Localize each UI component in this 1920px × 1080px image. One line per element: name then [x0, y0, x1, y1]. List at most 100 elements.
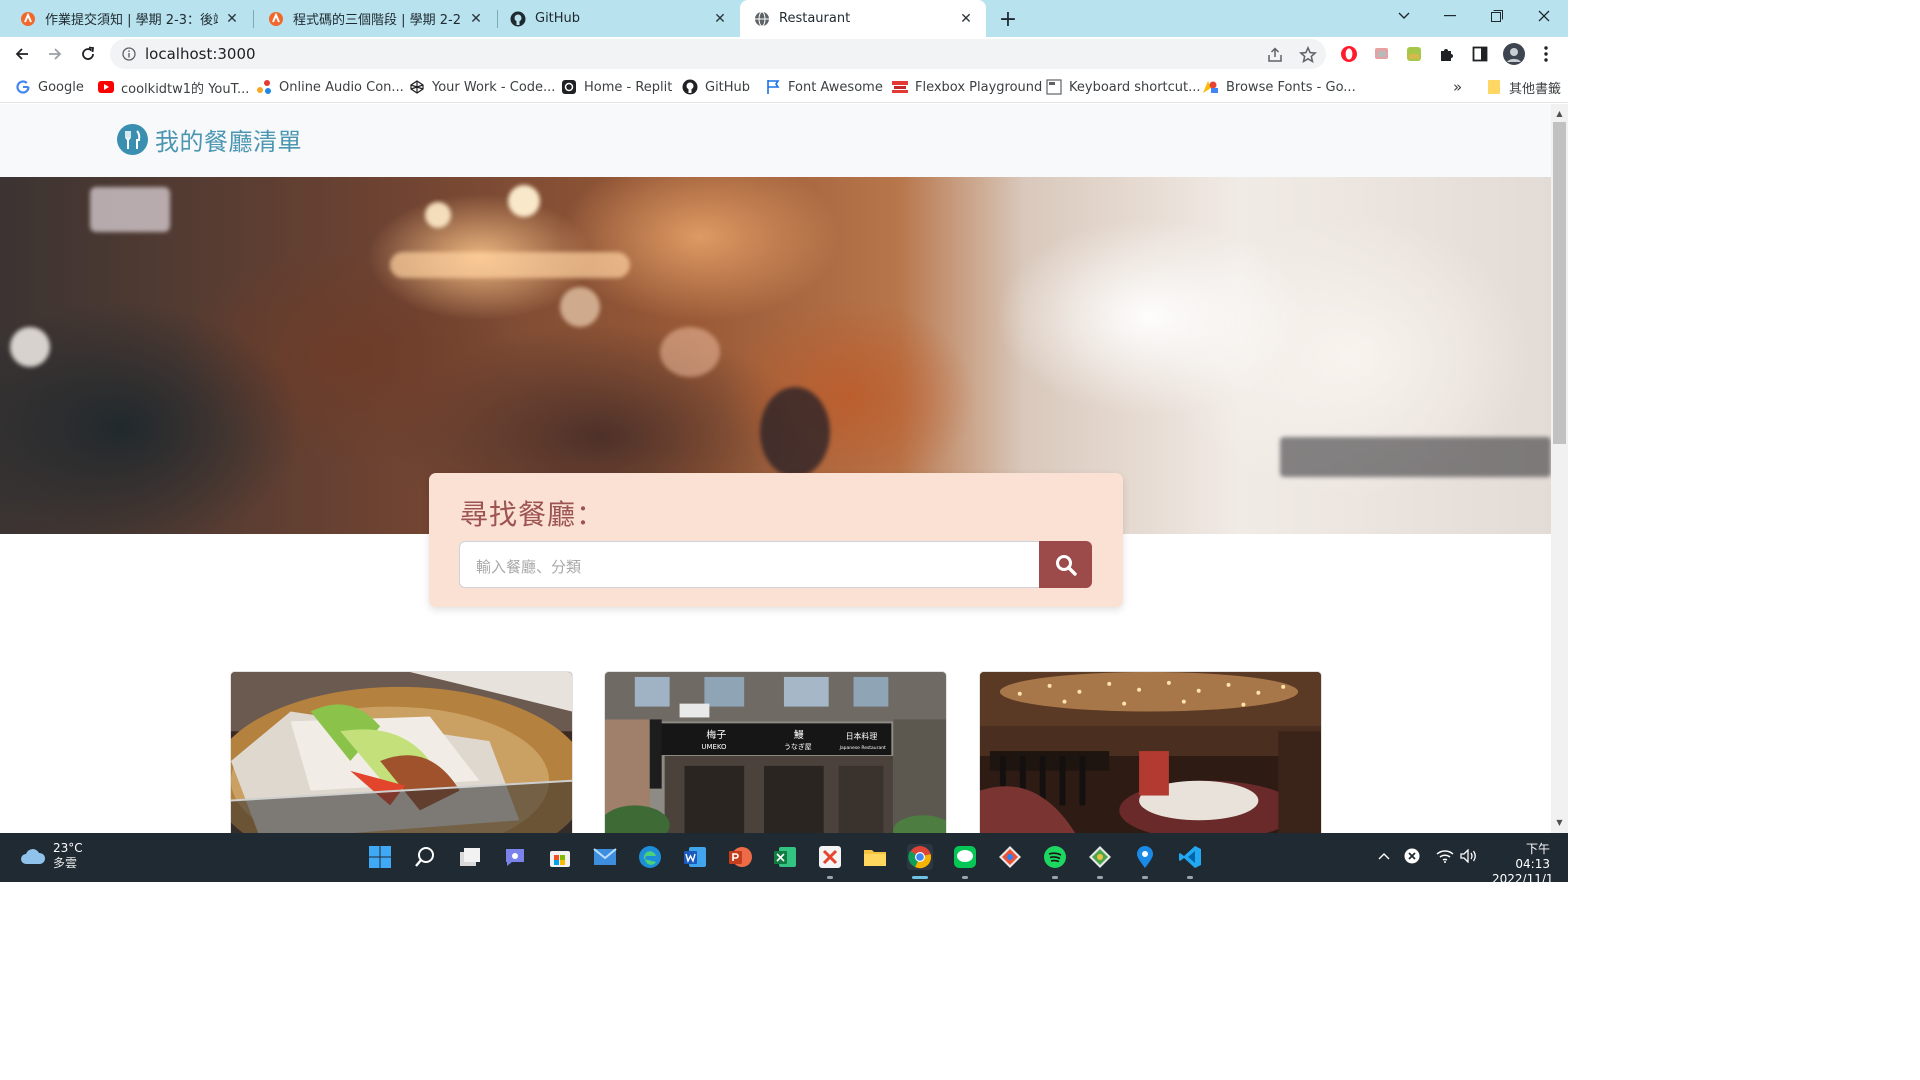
bokeh-light [10, 327, 50, 367]
audio-converter-icon [256, 79, 272, 95]
system-clock[interactable]: 下午 04:13 2022/11/1 [1492, 842, 1554, 887]
weather-widget[interactable]: 23°C 多雲 [20, 841, 83, 871]
tab-github[interactable]: GitHub ✕ [496, 0, 740, 37]
extension-icon[interactable] [1373, 45, 1391, 63]
minimize-button[interactable] [1427, 0, 1473, 32]
codepen-icon [409, 79, 425, 95]
address-bar[interactable]: localhost:3000 [110, 39, 1326, 69]
running-indicator [1142, 876, 1148, 879]
search-input[interactable]: 輸入餐廳、分類 [459, 541, 1041, 588]
opera-extension-icon[interactable] [1340, 45, 1358, 63]
search-placeholder: 輸入餐廳、分類 [476, 558, 582, 576]
extension-icon[interactable] [1405, 45, 1423, 63]
search-button[interactable] [1039, 541, 1092, 588]
bookmark-label: 其他書籤 [1509, 81, 1562, 97]
wifi-icon[interactable] [1436, 847, 1454, 865]
powerpoint-icon[interactable] [727, 844, 753, 870]
microsoft-store-icon[interactable] [547, 844, 573, 870]
sourcetree-icon[interactable] [997, 844, 1023, 870]
alphacamp-icon [20, 11, 36, 27]
windows-start-icon[interactable] [367, 844, 393, 870]
bokeh-light [560, 287, 600, 327]
bookmark-youtube[interactable]: coolkidtw1的 YouT... [98, 78, 250, 97]
storefront-sign: 鰻 [794, 728, 804, 741]
volume-icon[interactable] [1460, 847, 1478, 865]
bookmark-flexbox[interactable]: Flexbox Playground [892, 78, 1042, 96]
puzzle-icon[interactable] [1438, 45, 1456, 63]
scroll-down-icon[interactable]: ▼ [1555, 818, 1564, 827]
scroll-up-icon[interactable]: ▲ [1555, 109, 1564, 118]
scrollbar-thumb[interactable] [1553, 122, 1566, 444]
bookmark-label: Online Audio Con... [279, 79, 404, 95]
bookmark-label: Your Work - Code... [432, 79, 556, 95]
restore-button[interactable] [1474, 0, 1520, 32]
bookmark-replit[interactable]: Home - Replit [561, 78, 672, 96]
file-explorer-icon[interactable] [862, 844, 888, 870]
close-icon[interactable]: ✕ [468, 11, 484, 27]
tab-title: 作業提交須知 | 學期 2-3：後端開 [45, 13, 218, 28]
bookmark-codepen[interactable]: Your Work - Code... [409, 78, 555, 96]
kebab-menu-icon[interactable] [1537, 45, 1555, 63]
spotify-icon[interactable] [1042, 844, 1068, 870]
bookmark-google-fonts[interactable]: Browse Fonts - Go... [1203, 78, 1356, 96]
bokeh-light [390, 252, 630, 278]
tab-homework[interactable]: 作業提交須知 | 學期 2-3：後端開 ✕ [6, 0, 252, 37]
running-indicator [962, 876, 968, 879]
tab-code-stages[interactable]: 程式碼的三個階段 | 學期 2-2：動 ✕ [254, 0, 496, 37]
bookmark-audio-converter[interactable]: Online Audio Con... [256, 78, 404, 96]
bokeh-light [660, 327, 720, 377]
restaurant-card[interactable]: 梅子 UMEKO 鰻 うなぎ屋 日本料理 Japanese Restaurant [604, 671, 947, 833]
word-icon[interactable] [682, 844, 708, 870]
share-icon[interactable] [1266, 46, 1284, 64]
bookmark-font-awesome[interactable]: Font Awesome [765, 78, 883, 96]
brand-link[interactable]: 我的餐廳清單 [117, 122, 302, 157]
tab-title: Restaurant [779, 11, 851, 26]
close-icon[interactable]: ✕ [958, 11, 974, 27]
edge-browser-icon[interactable] [637, 844, 663, 870]
close-icon[interactable]: ✕ [712, 11, 728, 27]
task-view-icon[interactable] [457, 844, 483, 870]
line-app-icon[interactable] [952, 844, 978, 870]
git-tool-icon[interactable] [1087, 844, 1113, 870]
forward-button[interactable] [42, 41, 68, 67]
close-window-button[interactable] [1521, 0, 1567, 32]
maps-pin-icon[interactable] [1132, 844, 1158, 870]
search-icon[interactable] [412, 844, 438, 870]
clock-date: 2022/11/1 [1492, 872, 1554, 886]
page-scrollbar[interactable]: ▲ ▼ [1551, 104, 1568, 833]
tab-search-button[interactable] [1381, 0, 1427, 32]
bookmark-keyboard-shortcuts[interactable]: Keyboard shortcut... [1046, 78, 1201, 96]
other-bookmarks-folder[interactable]: 其他書籤 [1486, 78, 1562, 97]
reload-button[interactable] [75, 41, 101, 67]
chrome-icon[interactable] [907, 844, 933, 870]
bookmarks-overflow-button[interactable]: » [1453, 78, 1462, 96]
bokeh-shadow [1280, 437, 1551, 477]
restaurant-card[interactable] [230, 671, 573, 833]
vscode-icon[interactable] [1177, 844, 1203, 870]
close-icon[interactable]: ✕ [224, 11, 240, 27]
restaurant-card[interactable] [979, 671, 1322, 833]
teams-chat-icon[interactable] [502, 844, 528, 870]
xmind-icon[interactable] [817, 844, 843, 870]
github-icon [682, 79, 698, 95]
utensils-icon [117, 124, 148, 155]
app-tray-icon[interactable] [1403, 847, 1421, 865]
back-button[interactable] [9, 41, 35, 67]
folder-icon [1486, 79, 1502, 95]
bookmark-github[interactable]: GitHub [682, 78, 750, 96]
bookmark-google[interactable]: Google [15, 78, 84, 96]
excel-icon[interactable] [772, 844, 798, 870]
profile-avatar[interactable] [1503, 43, 1525, 65]
star-icon[interactable] [1299, 46, 1317, 64]
mail-icon[interactable] [592, 844, 618, 870]
arrow-left-icon [15, 48, 28, 60]
new-tab-button[interactable]: + [996, 7, 1020, 32]
flexbox-icon [892, 79, 908, 95]
chevron-double-right-icon: » [1453, 78, 1463, 96]
chevron-up-icon[interactable] [1375, 847, 1393, 865]
github-icon [510, 11, 526, 27]
side-panel-icon[interactable] [1471, 45, 1489, 63]
storefront-sign: 梅子 [706, 728, 726, 741]
tab-restaurant[interactable]: Restaurant ✕ [740, 0, 986, 37]
bookmark-label: coolkidtw1的 YouT... [121, 81, 250, 97]
